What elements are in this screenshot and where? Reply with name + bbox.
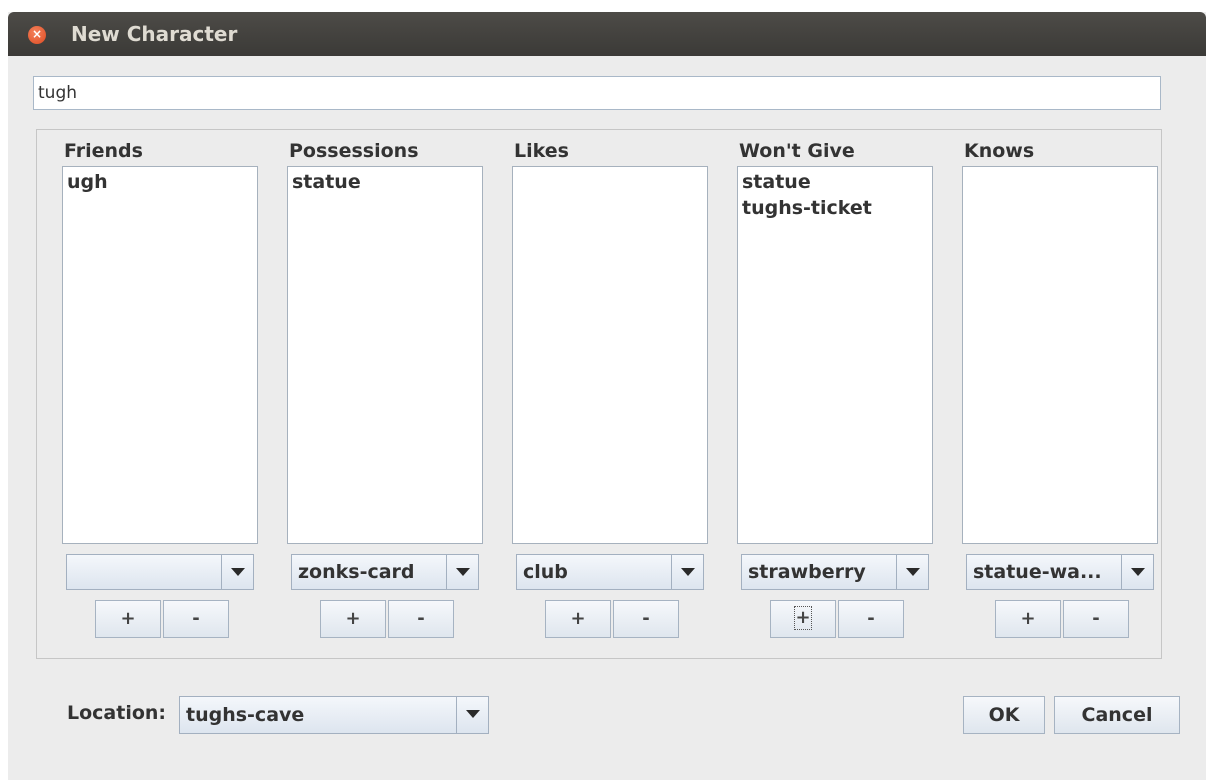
wont-give-remove-button[interactable]: - — [838, 600, 904, 638]
location-combo-arrow[interactable] — [456, 697, 488, 733]
possessions-list[interactable]: statue — [287, 166, 483, 544]
knows-combo-arrow[interactable] — [1121, 555, 1153, 589]
likes-combo-value: club — [523, 561, 568, 583]
friends-combo-arrow[interactable] — [221, 555, 253, 589]
attributes-panel: Friends ugh + - Possessions statue zonks… — [36, 129, 1162, 659]
chevron-down-icon — [681, 568, 695, 576]
wont-give-header: Won't Give — [739, 140, 855, 162]
close-icon[interactable]: × — [28, 26, 46, 44]
likes-buttons: + - — [545, 600, 679, 640]
possessions-header: Possessions — [289, 140, 419, 162]
possessions-column: Possessions statue zonks-card + - — [287, 130, 487, 660]
knows-column: Knows statue-wa... + - — [962, 130, 1162, 660]
list-item[interactable]: statue — [738, 169, 932, 195]
wont-give-add-label: + — [794, 606, 812, 630]
knows-remove-button[interactable]: - — [1063, 600, 1129, 638]
wont-give-buttons: + - — [770, 600, 904, 640]
chevron-down-icon — [466, 710, 480, 718]
list-item[interactable]: statue — [288, 169, 482, 195]
knows-header: Knows — [964, 140, 1035, 162]
possessions-combo[interactable]: zonks-card — [291, 554, 479, 590]
likes-add-button[interactable]: + — [545, 600, 611, 638]
friends-list[interactable]: ugh — [62, 166, 258, 544]
friends-header: Friends — [64, 140, 143, 162]
character-name-input[interactable] — [33, 76, 1161, 110]
wont-give-column: Won't Give statue tughs-ticket strawberr… — [737, 130, 937, 660]
friends-remove-button[interactable]: - — [163, 600, 229, 638]
knows-combo[interactable]: statue-wa... — [966, 554, 1154, 590]
list-item[interactable]: tughs-ticket — [738, 195, 932, 221]
chevron-down-icon — [231, 568, 245, 576]
likes-remove-button[interactable]: - — [613, 600, 679, 638]
wont-give-add-button[interactable]: + — [770, 600, 836, 638]
wont-give-combo-arrow[interactable] — [896, 555, 928, 589]
title-bar[interactable]: × New Character — [8, 12, 1206, 56]
possessions-buttons: + - — [320, 600, 454, 640]
chevron-down-icon — [1131, 568, 1145, 576]
likes-combo[interactable]: club — [516, 554, 704, 590]
chevron-down-icon — [906, 568, 920, 576]
likes-list[interactable] — [512, 166, 708, 544]
chevron-down-icon — [456, 568, 470, 576]
possessions-combo-arrow[interactable] — [446, 555, 478, 589]
location-combo-value: tughs-cave — [186, 704, 305, 726]
friends-add-button[interactable]: + — [95, 600, 161, 638]
possessions-combo-value: zonks-card — [298, 561, 415, 583]
knows-list[interactable] — [962, 166, 1158, 544]
friends-buttons: + - — [95, 600, 229, 640]
possessions-add-button[interactable]: + — [320, 600, 386, 638]
ok-button[interactable]: OK — [963, 696, 1045, 734]
friends-combo[interactable] — [66, 554, 254, 590]
wont-give-list[interactable]: statue tughs-ticket — [737, 166, 933, 544]
likes-header: Likes — [514, 140, 569, 162]
location-combo[interactable]: tughs-cave — [179, 696, 489, 734]
knows-buttons: + - — [995, 600, 1129, 640]
location-label: Location: — [67, 702, 167, 724]
wont-give-combo-value: strawberry — [748, 561, 866, 583]
possessions-remove-button[interactable]: - — [388, 600, 454, 638]
friends-column: Friends ugh + - — [62, 130, 262, 660]
likes-combo-arrow[interactable] — [671, 555, 703, 589]
knows-add-button[interactable]: + — [995, 600, 1061, 638]
cancel-button[interactable]: Cancel — [1054, 696, 1180, 734]
list-item[interactable]: ugh — [63, 169, 257, 195]
likes-column: Likes club + - — [512, 130, 712, 660]
knows-combo-value: statue-wa... — [973, 561, 1102, 583]
wont-give-combo[interactable]: strawberry — [741, 554, 929, 590]
window-title: New Character — [71, 22, 238, 46]
